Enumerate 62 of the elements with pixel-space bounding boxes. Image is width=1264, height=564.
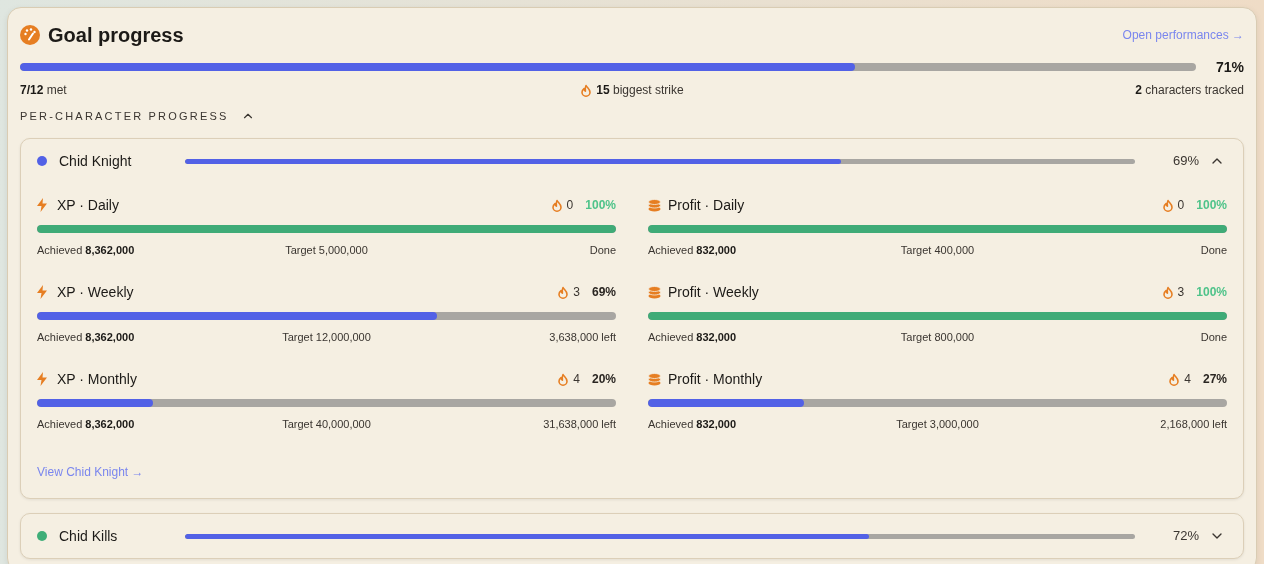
character-percent: 72%	[1171, 527, 1199, 546]
achieved-text: Achieved 832,000	[648, 416, 738, 432]
coins-icon	[648, 372, 661, 386]
target-text: Target 12,000,000	[281, 329, 372, 345]
card-title: Goal progress	[48, 23, 184, 48]
goal-title: XP · Monthly	[57, 369, 137, 389]
streak-count: 3	[1177, 284, 1185, 301]
goal-percent: 100%	[1196, 284, 1227, 301]
achieved-text: Achieved 8,362,000	[37, 242, 136, 258]
flame-icon	[580, 83, 593, 97]
lightning-icon	[37, 285, 47, 299]
streak-icon	[1161, 198, 1174, 212]
goal-title: XP · Daily	[57, 195, 119, 215]
goal-title: Profit · Daily	[668, 195, 745, 215]
remaining-text: 3,638,000 left	[548, 329, 616, 345]
remaining-text: Done	[1199, 329, 1227, 345]
goal-percent: 20%	[591, 371, 616, 388]
achieved-text: Achieved 8,362,000	[37, 416, 136, 432]
gauge-icon	[20, 25, 40, 45]
strike-text: 15 biggest strike	[596, 82, 684, 99]
achieved-text: Achieved 8,362,000	[37, 329, 136, 345]
character-name: Chid Knight	[59, 151, 133, 171]
streak-icon	[1168, 372, 1181, 386]
streak-icon	[550, 198, 563, 212]
lightning-icon	[37, 372, 47, 386]
remaining-text: Done	[1199, 242, 1227, 258]
coins-icon	[648, 285, 661, 299]
streak-count: 0	[1177, 197, 1185, 214]
goal-percent: 100%	[585, 197, 616, 214]
streak-icon	[1161, 285, 1174, 299]
goal-title: XP · Weekly	[57, 282, 134, 302]
met-text: 7/12 met	[20, 82, 68, 99]
lightning-icon	[37, 198, 47, 212]
remaining-text: 2,168,000 left	[1159, 416, 1227, 432]
streak-count: 4	[1184, 371, 1191, 388]
tracked-text: 2 characters tracked	[1134, 82, 1244, 99]
view-character-link[interactable]: View Chid Knight →	[37, 463, 144, 481]
target-text: Target 800,000	[899, 329, 976, 345]
remaining-text: 31,638,000 left	[542, 416, 616, 432]
goal-percent: 100%	[1196, 197, 1227, 214]
streak-count: 0	[566, 197, 574, 214]
streak-icon	[557, 372, 570, 386]
coins-icon	[648, 198, 661, 212]
overall-percent: 71%	[1215, 57, 1244, 77]
target-text: Target 5,000,000	[284, 242, 369, 258]
streak-count: 4	[573, 371, 580, 388]
goal-title: Profit · Weekly	[668, 282, 759, 302]
streak-count: 3	[573, 284, 580, 301]
goal-percent: 69%	[591, 284, 616, 301]
section-label: PER-CHARACTER PROGRESS	[20, 108, 229, 124]
character-name: Chid Kills	[59, 526, 119, 546]
achieved-text: Achieved 832,000	[648, 329, 738, 345]
target-text: Target 40,000,000	[281, 416, 372, 432]
achieved-text: Achieved 832,000	[648, 242, 738, 258]
character-percent: 69%	[1171, 152, 1199, 171]
target-text: Target 400,000	[899, 242, 976, 258]
streak-icon	[557, 285, 570, 299]
goal-percent: 27%	[1202, 371, 1227, 388]
remaining-text: Done	[588, 242, 616, 258]
open-performances-link[interactable]: Open performances →	[1122, 26, 1244, 44]
target-text: Target 3,000,000	[895, 416, 980, 432]
goal-title: Profit · Monthly	[668, 369, 763, 389]
